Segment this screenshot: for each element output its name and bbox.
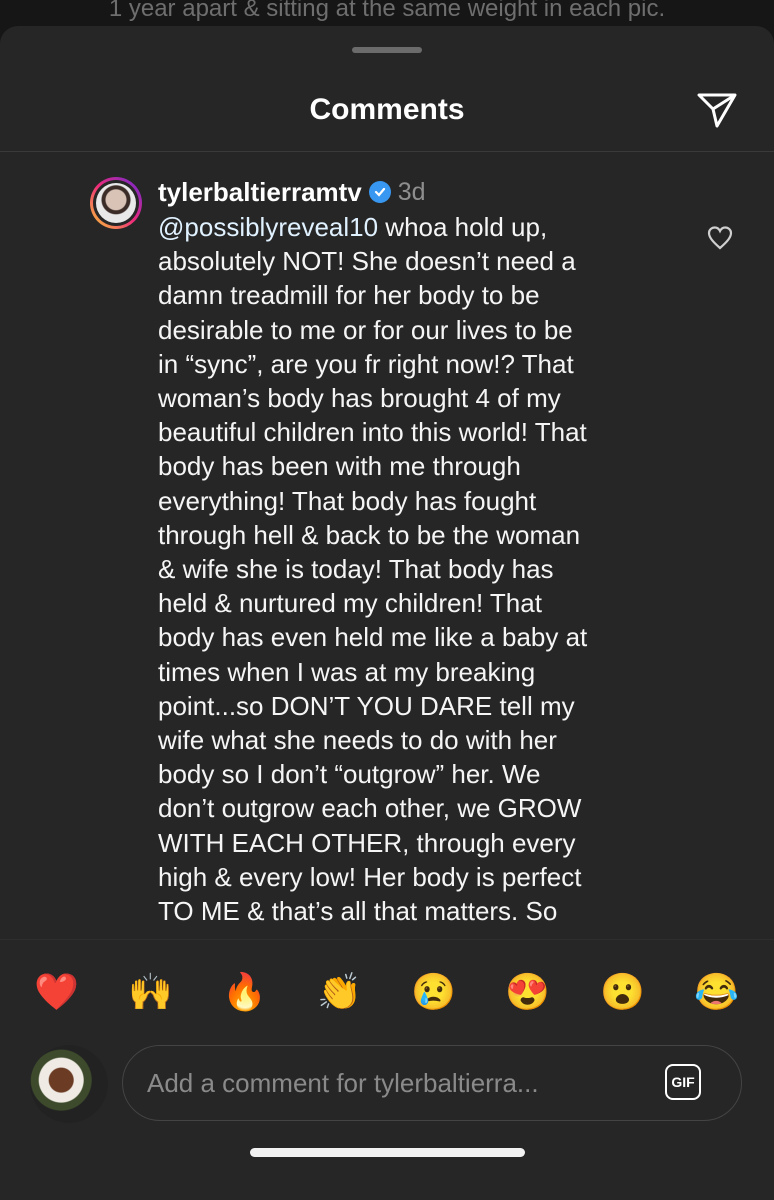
reaction-tears-of-joy[interactable]: 😂 <box>694 970 739 1014</box>
comment-list[interactable]: tylerbaltierramtv 3d @possiblyreveal10 w… <box>0 152 774 939</box>
sheet-grabber-handle[interactable] <box>352 47 422 53</box>
commenter-avatar[interactable] <box>90 177 142 229</box>
comment-username[interactable]: tylerbaltierramtv <box>158 174 362 210</box>
comment-input-placeholder: Add a comment for tylerbaltierra... <box>147 1067 539 1098</box>
reaction-fire[interactable]: 🔥 <box>222 970 267 1014</box>
reaction-raising-hands[interactable]: 🙌 <box>128 970 173 1014</box>
page-title: Comments <box>309 93 465 126</box>
gif-button[interactable]: GIF <box>665 1064 701 1100</box>
paper-plane-icon[interactable] <box>694 90 740 130</box>
comment-header: tylerbaltierramtv 3d <box>158 174 426 210</box>
reaction-surprised-face[interactable]: 😮 <box>600 970 645 1014</box>
reaction-crying-face[interactable]: 😢 <box>411 970 456 1014</box>
comment-timestamp: 3d <box>397 178 426 206</box>
reaction-heart-eyes[interactable]: 😍 <box>505 970 550 1014</box>
reaction-red-heart[interactable]: ❤️ <box>34 970 79 1014</box>
comment-text: whoa hold up, absolutely NOT! She doesn’… <box>158 212 588 927</box>
comment-body: @possiblyreveal10 whoa hold up, absolute… <box>158 210 698 928</box>
current-user-avatar <box>30 1045 108 1123</box>
heart-outline-icon[interactable] <box>706 224 734 252</box>
verified-badge-icon <box>368 181 391 203</box>
quick-reaction-bar: ❤️ 🙌 🔥 👏 😢 😍 😮 😂 <box>0 939 774 1046</box>
background-post-caption: 1 year apart & sitting at the same weigh… <box>108 0 666 22</box>
home-indicator <box>250 1148 525 1157</box>
comments-sheet: Comments tylerbaltierramtv 3d @possiblyr… <box>0 26 774 1200</box>
reaction-clapping-hands[interactable]: 👏 <box>317 970 362 1014</box>
comment-mention[interactable]: @possiblyreveal10 <box>158 212 378 242</box>
comment-input[interactable]: Add a comment for tylerbaltierra... GIF <box>122 1045 742 1121</box>
